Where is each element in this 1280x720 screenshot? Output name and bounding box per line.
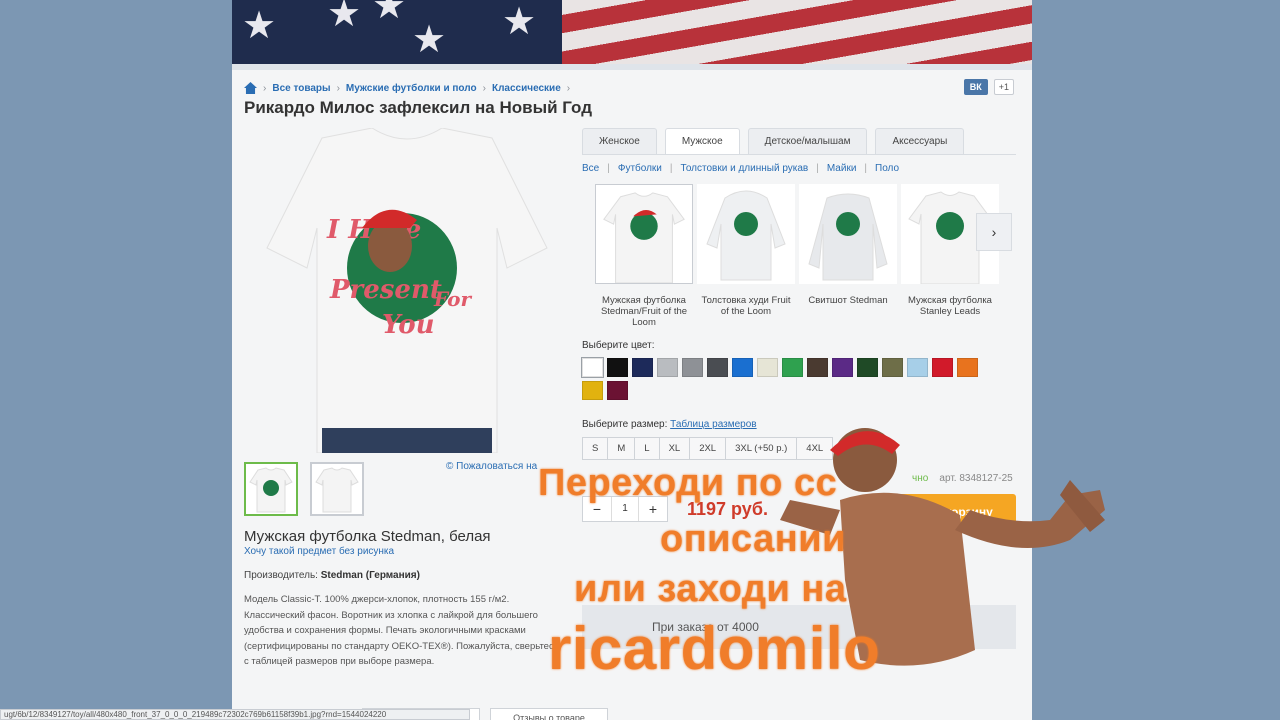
- color-swatch[interactable]: [732, 358, 753, 377]
- model-item[interactable]: Мужская футболка Stedman/Fruit of the Lo…: [595, 184, 693, 328]
- model-image: [595, 184, 693, 284]
- breadcrumb: › Все товары › Мужские футболки и поло ›…: [244, 82, 570, 94]
- color-swatch[interactable]: [657, 358, 678, 377]
- product-name: Мужская футболка Stedman, белая: [244, 528, 491, 545]
- color-swatch[interactable]: [832, 358, 853, 377]
- breadcrumb-link[interactable]: Мужские футболки и поло: [346, 83, 477, 94]
- product-main-image[interactable]: I Have Present For You: [262, 128, 552, 453]
- color-swatch[interactable]: [932, 358, 953, 377]
- product-description: Модель Classic-T. 100% джерси-хлопок, пл…: [244, 594, 559, 667]
- browser-status-bar: ugt/6b/12/8349127/toy/all/480x480_front_…: [0, 709, 470, 720]
- star-icon: ★: [372, 0, 407, 27]
- color-swatch[interactable]: [757, 358, 778, 377]
- size-option[interactable]: L: [634, 437, 660, 460]
- color-swatch[interactable]: [581, 357, 604, 378]
- home-icon[interactable]: [244, 82, 257, 94]
- print-text: You: [382, 310, 435, 340]
- size-option[interactable]: M: [607, 437, 636, 460]
- size-option[interactable]: XL: [658, 437, 691, 460]
- social-buttons: ВК +1: [963, 79, 1014, 95]
- size-table-link[interactable]: Таблица размеров: [670, 419, 756, 430]
- star-icon: ★: [242, 3, 277, 47]
- shirt-thumb-icon: [249, 467, 293, 513]
- star-icon: ★: [327, 0, 362, 35]
- vk-share-button[interactable]: ВК: [963, 79, 988, 95]
- model-item[interactable]: Мужская футболка Stanley Leads: [901, 184, 999, 328]
- complain-link[interactable]: © Пожаловаться на: [446, 461, 537, 472]
- color-swatch[interactable]: [782, 358, 803, 377]
- reviews-button[interactable]: Отзывы о товаре: [490, 708, 608, 720]
- color-swatch[interactable]: [907, 358, 928, 377]
- size-option[interactable]: 2XL: [689, 437, 727, 460]
- subcat-tanks[interactable]: Майки: [827, 163, 857, 174]
- tab-women[interactable]: Женское: [582, 128, 657, 154]
- size-label: Выберите размер: Таблица размеров: [582, 419, 757, 430]
- tab-men[interactable]: Мужское: [664, 128, 740, 154]
- model-carousel: Мужская футболка Stedman/Fruit of the Lo…: [595, 184, 999, 328]
- thumbnail-back[interactable]: [310, 462, 364, 516]
- color-swatches: [581, 357, 1002, 400]
- header-strip: [232, 64, 1032, 70]
- subcat-polo[interactable]: Поло: [875, 163, 899, 174]
- tab-accessories[interactable]: Аксессуары: [875, 128, 965, 154]
- star-icon: ★: [412, 17, 447, 61]
- color-swatch[interactable]: [682, 358, 703, 377]
- star-icon: ★: [502, 0, 537, 43]
- model-item[interactable]: Свитшот Stedman: [799, 184, 897, 328]
- thumbnail-front[interactable]: [244, 462, 298, 516]
- subcat-all[interactable]: Все: [582, 163, 599, 174]
- category-tabs: Женское Мужское Детское/малышам Аксессуа…: [582, 128, 965, 154]
- carousel-next-button[interactable]: ›: [976, 213, 1012, 251]
- manufacturer: Производитель: Stedman (Германия): [244, 570, 420, 581]
- overlay-line: или заходи на: [574, 568, 847, 610]
- color-label: Выберите цвет:: [582, 340, 655, 351]
- print-text: For: [433, 287, 472, 311]
- shirt-thumb-icon: [315, 467, 359, 513]
- model-image: [697, 184, 795, 284]
- color-swatch[interactable]: [957, 358, 978, 377]
- tab-kids[interactable]: Детское/малышам: [747, 128, 868, 154]
- model-image: [799, 184, 897, 284]
- image-thumbnails: [244, 462, 364, 516]
- color-swatch[interactable]: [857, 358, 878, 377]
- breadcrumb-link[interactable]: Классические: [492, 83, 561, 94]
- overlay-line: Переходи по сс: [538, 462, 838, 504]
- color-swatch[interactable]: [807, 358, 828, 377]
- color-swatch[interactable]: [607, 381, 628, 400]
- page-title: Рикардо Милос зафлексил на Новый Год: [244, 98, 593, 117]
- breadcrumb-link[interactable]: Все товары: [272, 83, 330, 94]
- no-print-link[interactable]: Хочу такой предмет без рисунка: [244, 546, 394, 557]
- plus-one-button[interactable]: +1: [993, 79, 1014, 95]
- subcat-tshirts[interactable]: Футболки: [618, 163, 662, 174]
- color-swatch[interactable]: [632, 358, 653, 377]
- tab-divider: [582, 154, 1016, 155]
- subcat-hoodies[interactable]: Толстовки и длинный рукав: [681, 163, 809, 174]
- overlay-line: описании: [660, 518, 846, 560]
- subcategory-links: Все | Футболки | Толстовки и длинный рукав…: [582, 163, 900, 174]
- overlay-site-name: ricardomilo: [548, 615, 881, 682]
- color-swatch[interactable]: [882, 358, 903, 377]
- color-swatch[interactable]: [707, 358, 728, 377]
- color-swatch[interactable]: [607, 358, 628, 377]
- model-item[interactable]: Толстовка худи Fruit of the Loom: [697, 184, 795, 328]
- color-swatch[interactable]: [582, 381, 603, 400]
- print-text: Present: [329, 275, 442, 305]
- size-option[interactable]: S: [582, 437, 609, 460]
- manufacturer-value: Stedman (Германия): [320, 570, 420, 581]
- flag-banner: ★ ★ ★ ★ ★: [232, 0, 1032, 64]
